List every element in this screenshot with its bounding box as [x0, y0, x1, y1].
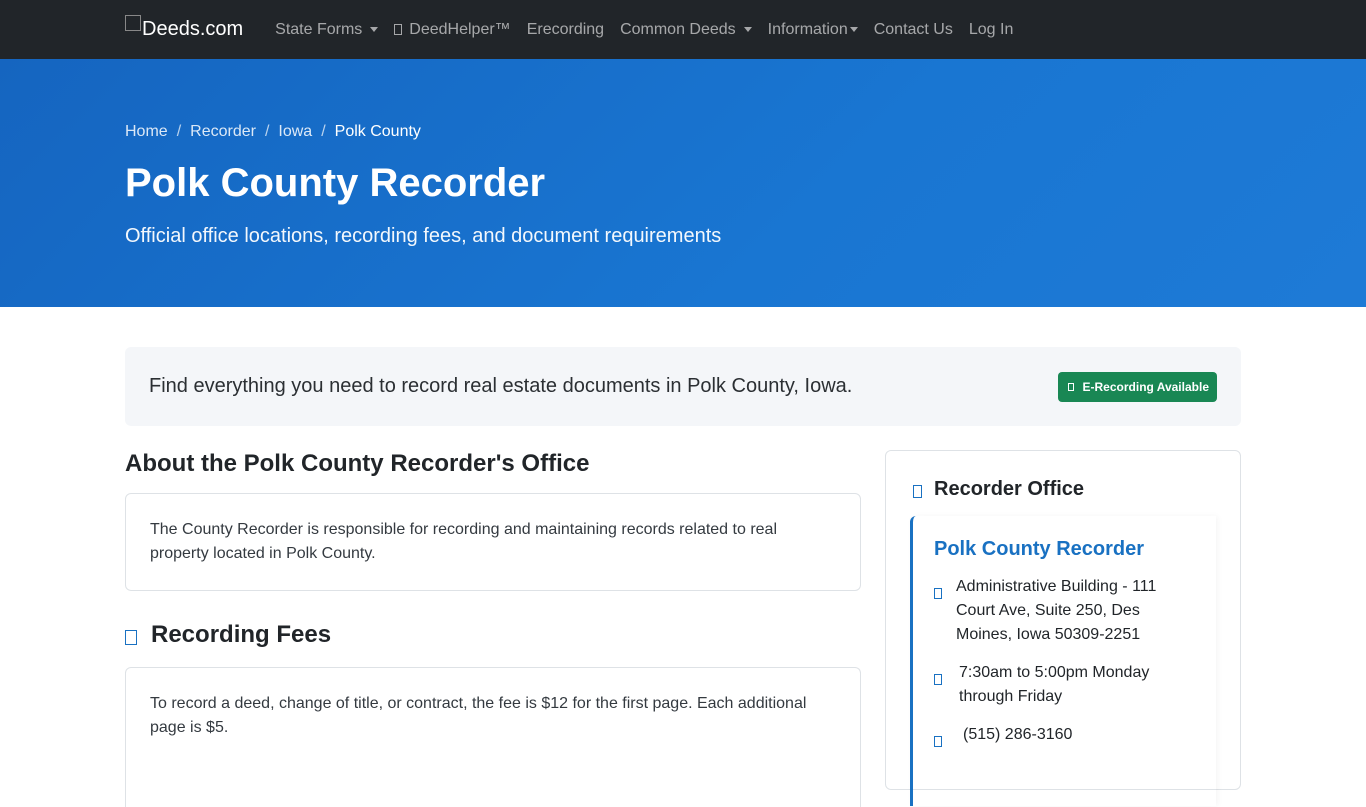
about-text: The County Recorder is responsible for r… [150, 520, 777, 562]
nav-erecording[interactable]: Erecording [519, 21, 612, 39]
fees-card: To record a deed, change of title, or co… [125, 666, 861, 807]
office-phone[interactable]: (515) 286-3160 [963, 723, 1203, 747]
breadcrumb-separator: / [176, 123, 182, 140]
caret-down-icon [849, 27, 858, 32]
nav-deedhelper[interactable]: DeedHelper™ [386, 21, 518, 39]
caret-down-icon [743, 27, 752, 32]
breadcrumb-iowa[interactable]: Iowa [278, 123, 312, 141]
nav-contact-us[interactable]: Contact Us [866, 21, 961, 39]
nav-state-forms-label: State Forms [275, 20, 363, 38]
nav-common-deeds[interactable]: Common Deeds [612, 21, 760, 39]
office-address: Administrative Building - 111 Court Ave,… [956, 578, 1157, 643]
nav-common-deeds-label: Common Deeds [620, 20, 736, 38]
main-content: About the Polk County Recorder's Office … [125, 450, 861, 807]
map-marker-icon [934, 588, 942, 599]
caret-down-icon [370, 27, 379, 32]
nav-information-label: Information [767, 20, 848, 38]
office-hours: 7:30am to 5:00pm Monday through Friday [959, 664, 1150, 705]
sidebar-heading: Recorder Office [934, 478, 1085, 500]
check-icon [1067, 382, 1074, 391]
receipt-icon [125, 629, 137, 645]
top-navbar: Deeds.com State Forms DeedHelper™ Erecor… [0, 0, 1366, 59]
office-hours-row: 7:30am to 5:00pm Monday through Friday [934, 661, 1216, 709]
breadcrumb-home[interactable]: Home [125, 123, 168, 141]
erecording-badge[interactable]: E-Recording Available [1057, 371, 1217, 402]
about-heading: About the Polk County Recorder's Office [125, 450, 590, 477]
intro-panel: Find everything you need to record real … [125, 347, 1241, 426]
brand-text: Deeds.com [142, 18, 244, 40]
page-subtitle: Official office locations, recording fee… [125, 225, 722, 247]
office-name: Polk County Recorder [934, 538, 1145, 560]
fees-heading-row: Recording Fees [125, 621, 861, 650]
fees-heading: Recording Fees [151, 620, 332, 648]
nav-contact-us-label: Contact Us [873, 20, 953, 38]
office-card: Polk County Recorder Administrative Buil… [910, 516, 1216, 806]
hero-banner: Home / Recorder / Iowa / Polk County Pol… [0, 59, 1366, 307]
about-card: The County Recorder is responsible for r… [125, 492, 861, 591]
intro-text: Find everything you need to record real … [149, 375, 853, 397]
fees-text: To record a deed, change of title, or co… [150, 694, 807, 736]
breadcrumb-recorder[interactable]: Recorder [190, 123, 256, 141]
recorder-office-sidebar: Recorder Office Polk County Recorder Adm… [885, 450, 1241, 806]
breadcrumb-current: Polk County [334, 123, 421, 140]
broken-image-icon [125, 15, 141, 31]
nav-log-in[interactable]: Log In [961, 21, 1021, 39]
nav-state-forms[interactable]: State Forms [267, 21, 386, 39]
brand-logo-link[interactable]: Deeds.com [125, 15, 244, 41]
building-icon [913, 484, 922, 498]
nav-information[interactable]: Information [760, 21, 866, 39]
sidebar-heading-row: Recorder Office [913, 478, 1240, 501]
robot-icon [394, 24, 403, 35]
nav-log-in-label: Log In [968, 20, 1014, 38]
breadcrumb: Home / Recorder / Iowa / Polk County [125, 123, 1366, 141]
nav-erecording-label: Erecording [526, 20, 605, 38]
page-title: Polk County Recorder [125, 161, 546, 205]
breadcrumb-separator: / [321, 123, 326, 140]
erecording-badge-label: E-Recording Available [1082, 379, 1209, 394]
nav-deedhelper-label: DeedHelper™ [409, 20, 511, 38]
phone-icon [934, 736, 942, 747]
breadcrumb-separator: / [264, 123, 270, 140]
office-address-row: Administrative Building - 111 Court Ave,… [934, 575, 1216, 647]
office-phone-row: (515) 286-3160 [934, 723, 1216, 747]
clock-icon [934, 674, 942, 685]
